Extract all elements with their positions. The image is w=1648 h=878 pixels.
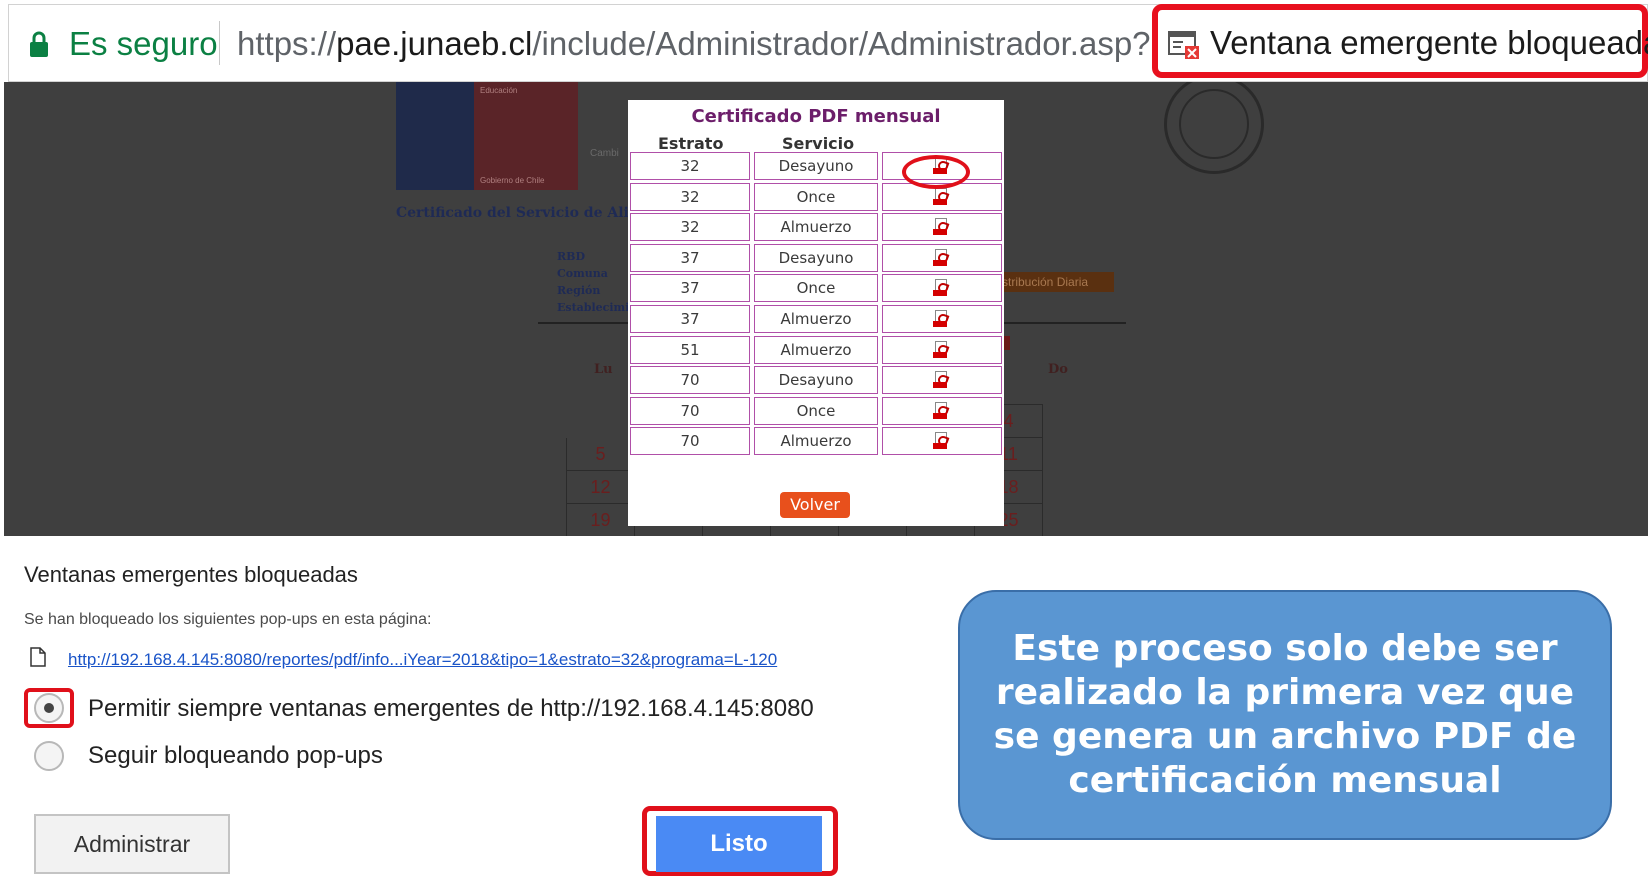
- certificate-row: 37 Once: [630, 274, 1002, 303]
- logo-bottom-text: Gobierno de Chile: [480, 176, 545, 185]
- estrato-cell: 32: [630, 152, 750, 180]
- url-scheme: https://: [237, 25, 337, 62]
- pdf-file-icon[interactable]: [933, 248, 951, 269]
- servicio-cell: Desayuno: [754, 366, 878, 395]
- popup-blocked-indicator[interactable]: Ventana emergente bloqueada: [1152, 4, 1648, 78]
- bg-label-establecimiento: Establecimi: [557, 301, 630, 314]
- url-path: /include/Administrador/Administrador.asp…: [532, 25, 1179, 62]
- estrato-cell: 37: [630, 243, 750, 272]
- calendar-cell: 5: [566, 437, 635, 471]
- info-note-text: Este proceso solo debe ser realizado la …: [993, 628, 1577, 801]
- pdf-file-icon[interactable]: [933, 401, 951, 422]
- pdf-download-cell[interactable]: [882, 366, 1002, 395]
- dialog-title: Ventanas emergentes bloqueadas: [24, 562, 358, 587]
- pdf-certificate-modal: Certificado PDF mensual Estrato Servicio…: [628, 100, 1004, 526]
- pdf-file-icon[interactable]: [933, 310, 951, 330]
- government-logo-red: Educación Gobierno de Chile: [474, 82, 578, 190]
- lock-icon: [30, 31, 48, 57]
- servicio-cell: Once: [754, 182, 878, 211]
- servicio-cell: Once: [754, 396, 878, 425]
- estrato-cell: 37: [630, 305, 750, 333]
- estrato-cell: 70: [630, 366, 750, 395]
- pdf-file-icon[interactable]: [933, 432, 951, 452]
- bg-weekday-lu: Lu: [594, 362, 613, 377]
- pdf-file-icon[interactable]: [933, 218, 951, 238]
- pdf-download-cell[interactable]: [882, 427, 1002, 456]
- servicio-cell: Almuerzo: [754, 305, 878, 333]
- pdf-download-cell[interactable]: [882, 213, 1002, 242]
- column-header-servicio: Servicio: [782, 134, 855, 153]
- certificate-row: 32 Almuerzo: [630, 213, 1002, 242]
- info-note: Este proceso solo debe ser realizado la …: [958, 590, 1612, 840]
- pdf-icon-highlight: [902, 155, 970, 189]
- estrato-cell: 70: [630, 396, 750, 425]
- bg-label-region: Región: [557, 284, 601, 297]
- dialog-subtitle: Se han bloqueado los siguientes pop-ups …: [24, 611, 432, 628]
- certificate-row: 70 Once: [630, 396, 1002, 425]
- manage-button[interactable]: Administrar: [34, 814, 230, 874]
- allow-always-radio[interactable]: [34, 693, 64, 723]
- estrato-cell: 51: [630, 335, 750, 364]
- estrato-cell: 37: [630, 274, 750, 303]
- calendar-cell: [567, 405, 635, 438]
- bg-label-comuna: Comuna: [557, 267, 608, 280]
- pdf-download-cell[interactable]: [882, 396, 1002, 425]
- bg-weekday-do: Do: [1048, 362, 1068, 377]
- servicio-cell: Desayuno: [754, 152, 878, 180]
- document-icon: [30, 647, 46, 667]
- calendar-cell: 12: [566, 470, 635, 504]
- pdf-download-cell[interactable]: [882, 243, 1002, 272]
- certificate-row: 51 Almuerzo: [630, 335, 1002, 364]
- servicio-cell: Almuerzo: [754, 427, 878, 456]
- certificate-row: 37 Almuerzo: [630, 305, 1002, 333]
- ministry-seal: [1164, 82, 1264, 174]
- radio-selected-dot: [44, 703, 54, 713]
- modal-title: Certificado PDF mensual: [691, 106, 941, 127]
- blocked-popups-dialog: Ventanas emergentes bloqueadas Se han bl…: [6, 538, 898, 878]
- estrato-cell: 70: [630, 427, 750, 456]
- estrato-cell: 32: [630, 182, 750, 211]
- pdf-file-icon[interactable]: [933, 340, 951, 361]
- url-text[interactable]: https://pae.junaeb.cl/include/Administra…: [237, 25, 1178, 63]
- certificate-row: 70 Desayuno: [630, 366, 1002, 395]
- address-separator: [219, 21, 220, 65]
- certificate-row: 70 Almuerzo: [630, 427, 1002, 456]
- secure-label[interactable]: Es seguro: [69, 25, 218, 63]
- servicio-cell: Almuerzo: [754, 335, 878, 364]
- calendar-cell: 19: [566, 503, 635, 536]
- keep-blocking-label[interactable]: Seguir bloqueando pop-ups: [88, 742, 383, 770]
- bg-marker: [1004, 336, 1010, 350]
- pdf-download-cell[interactable]: [882, 305, 1002, 333]
- bg-cambio-text: Cambi: [590, 148, 619, 159]
- popup-blocked-icon: [1168, 31, 1199, 59]
- pdf-file-icon[interactable]: [933, 279, 951, 299]
- pdf-file-icon[interactable]: [933, 371, 951, 391]
- government-logo: [396, 82, 474, 190]
- servicio-cell: Desayuno: [754, 243, 878, 272]
- pdf-download-cell[interactable]: [882, 274, 1002, 303]
- keep-blocking-radio[interactable]: [34, 741, 64, 771]
- bg-field-labels: RBD Comuna Región Establecimi: [557, 248, 629, 316]
- allow-always-label[interactable]: Permitir siempre ventanas emergentes de …: [88, 695, 814, 723]
- url-domain: pae.junaeb.cl: [336, 25, 533, 62]
- servicio-cell: Once: [754, 274, 878, 303]
- bg-label-rbd: RBD: [557, 250, 585, 263]
- blocked-popup-link[interactable]: http://192.168.4.145:8080/reportes/pdf/i…: [68, 650, 777, 670]
- estrato-cell: 32: [630, 213, 750, 242]
- pdf-download-cell[interactable]: [882, 335, 1002, 364]
- bg-page-title: Certificado del Servicio de Alir: [396, 205, 637, 221]
- volver-button[interactable]: Volver: [780, 492, 850, 518]
- logo-top-text: Educación: [480, 86, 518, 95]
- bg-distribution-button: stribución Diaria: [994, 272, 1114, 292]
- column-header-estrato: Estrato: [658, 134, 724, 153]
- pdf-file-icon[interactable]: [933, 187, 951, 208]
- certificate-row: 37 Desayuno: [630, 243, 1002, 272]
- popup-blocked-label: Ventana emergente bloqueada: [1210, 24, 1648, 61]
- servicio-cell: Almuerzo: [754, 213, 878, 242]
- done-button[interactable]: Listo: [656, 816, 822, 872]
